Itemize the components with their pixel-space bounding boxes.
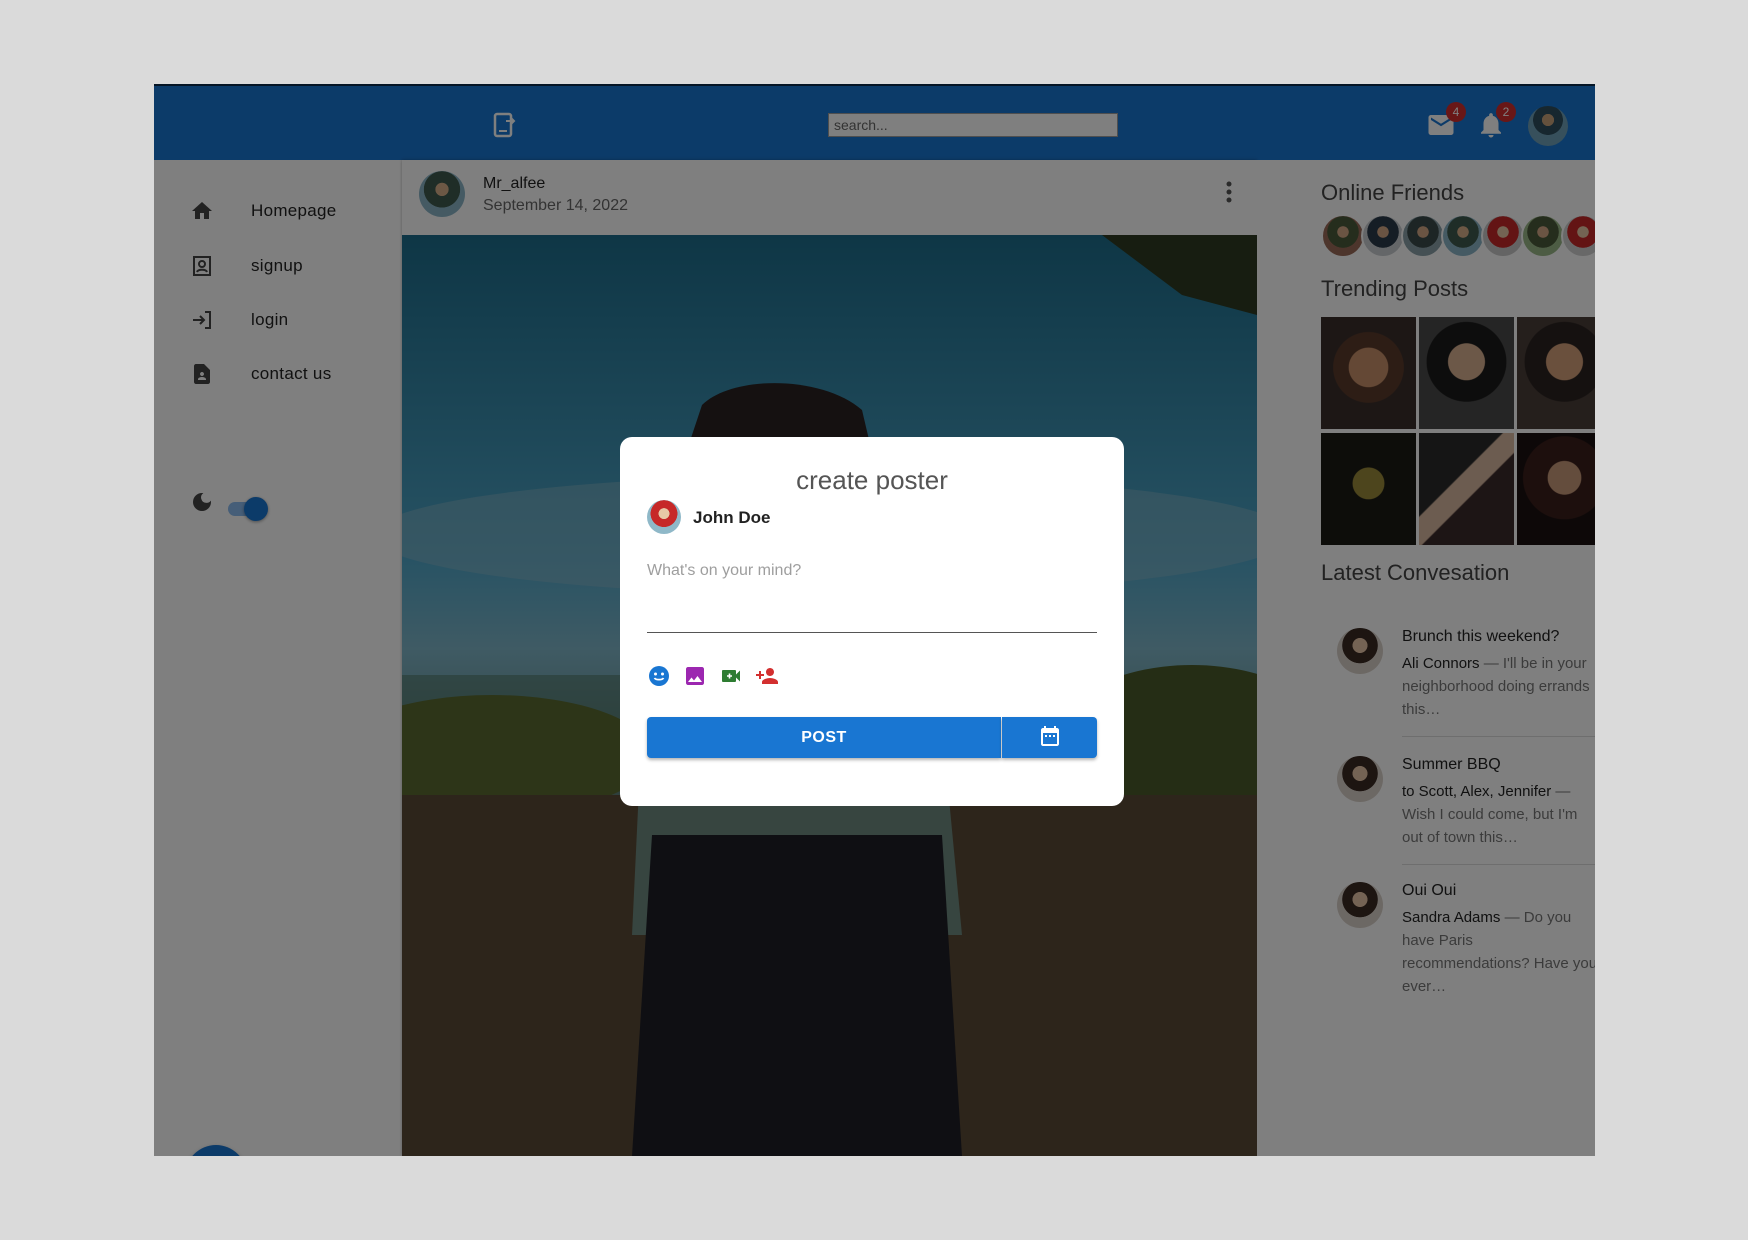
post-attachment-toolbar [647, 664, 779, 688]
create-post-dialog: create poster John Doe POST [620, 437, 1124, 806]
image-icon[interactable] [683, 664, 707, 688]
calendar-icon [1040, 726, 1059, 746]
post-text-input[interactable] [647, 562, 1097, 633]
emoji-icon[interactable] [647, 664, 671, 688]
schedule-button[interactable] [1002, 717, 1097, 758]
author-name: John Doe [693, 508, 771, 527]
video-icon[interactable] [719, 664, 743, 688]
tag-person-icon[interactable] [755, 664, 779, 688]
author-avatar [647, 500, 681, 534]
post-button[interactable]: POST [647, 717, 1001, 758]
dialog-title: create poster [796, 465, 948, 495]
